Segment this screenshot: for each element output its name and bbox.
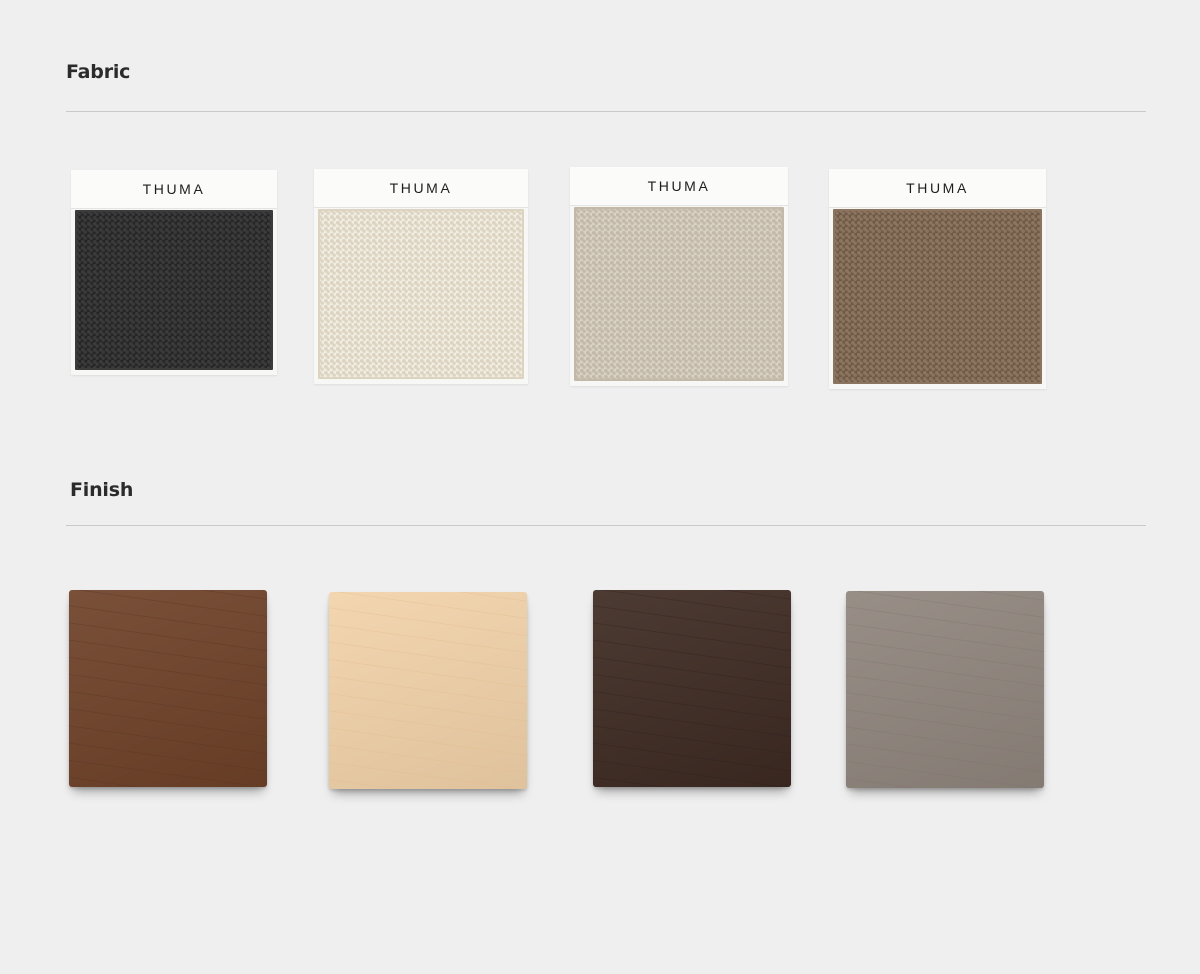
gray-finish-swatch[interactable]	[846, 591, 1044, 788]
brown-fabric-swatch	[833, 209, 1042, 384]
fabric-divider	[66, 111, 1146, 112]
swatch-brand-label: THUMA	[314, 169, 528, 208]
fabric-swatch-black[interactable]: THUMA	[71, 170, 277, 375]
walnut-finish-swatch[interactable]	[69, 590, 267, 787]
fabric-swatch-linen[interactable]: THUMA	[570, 167, 788, 386]
fabric-section-title: Fabric	[66, 61, 131, 83]
fabric-swatch-ivory[interactable]: THUMA	[314, 169, 528, 384]
fabric-swatch-brown[interactable]: THUMA	[829, 169, 1046, 389]
black-fabric-swatch	[75, 210, 273, 370]
espresso-finish-swatch[interactable]	[593, 590, 791, 787]
finish-divider	[66, 525, 1146, 526]
swatch-brand-label: THUMA	[829, 169, 1046, 208]
natural-finish-swatch[interactable]	[329, 592, 527, 789]
finish-section-title: Finish	[70, 479, 134, 501]
ivory-fabric-swatch	[318, 209, 524, 379]
swatch-brand-label: THUMA	[570, 167, 788, 206]
swatch-brand-label: THUMA	[71, 170, 277, 209]
linen-fabric-swatch	[574, 207, 784, 381]
